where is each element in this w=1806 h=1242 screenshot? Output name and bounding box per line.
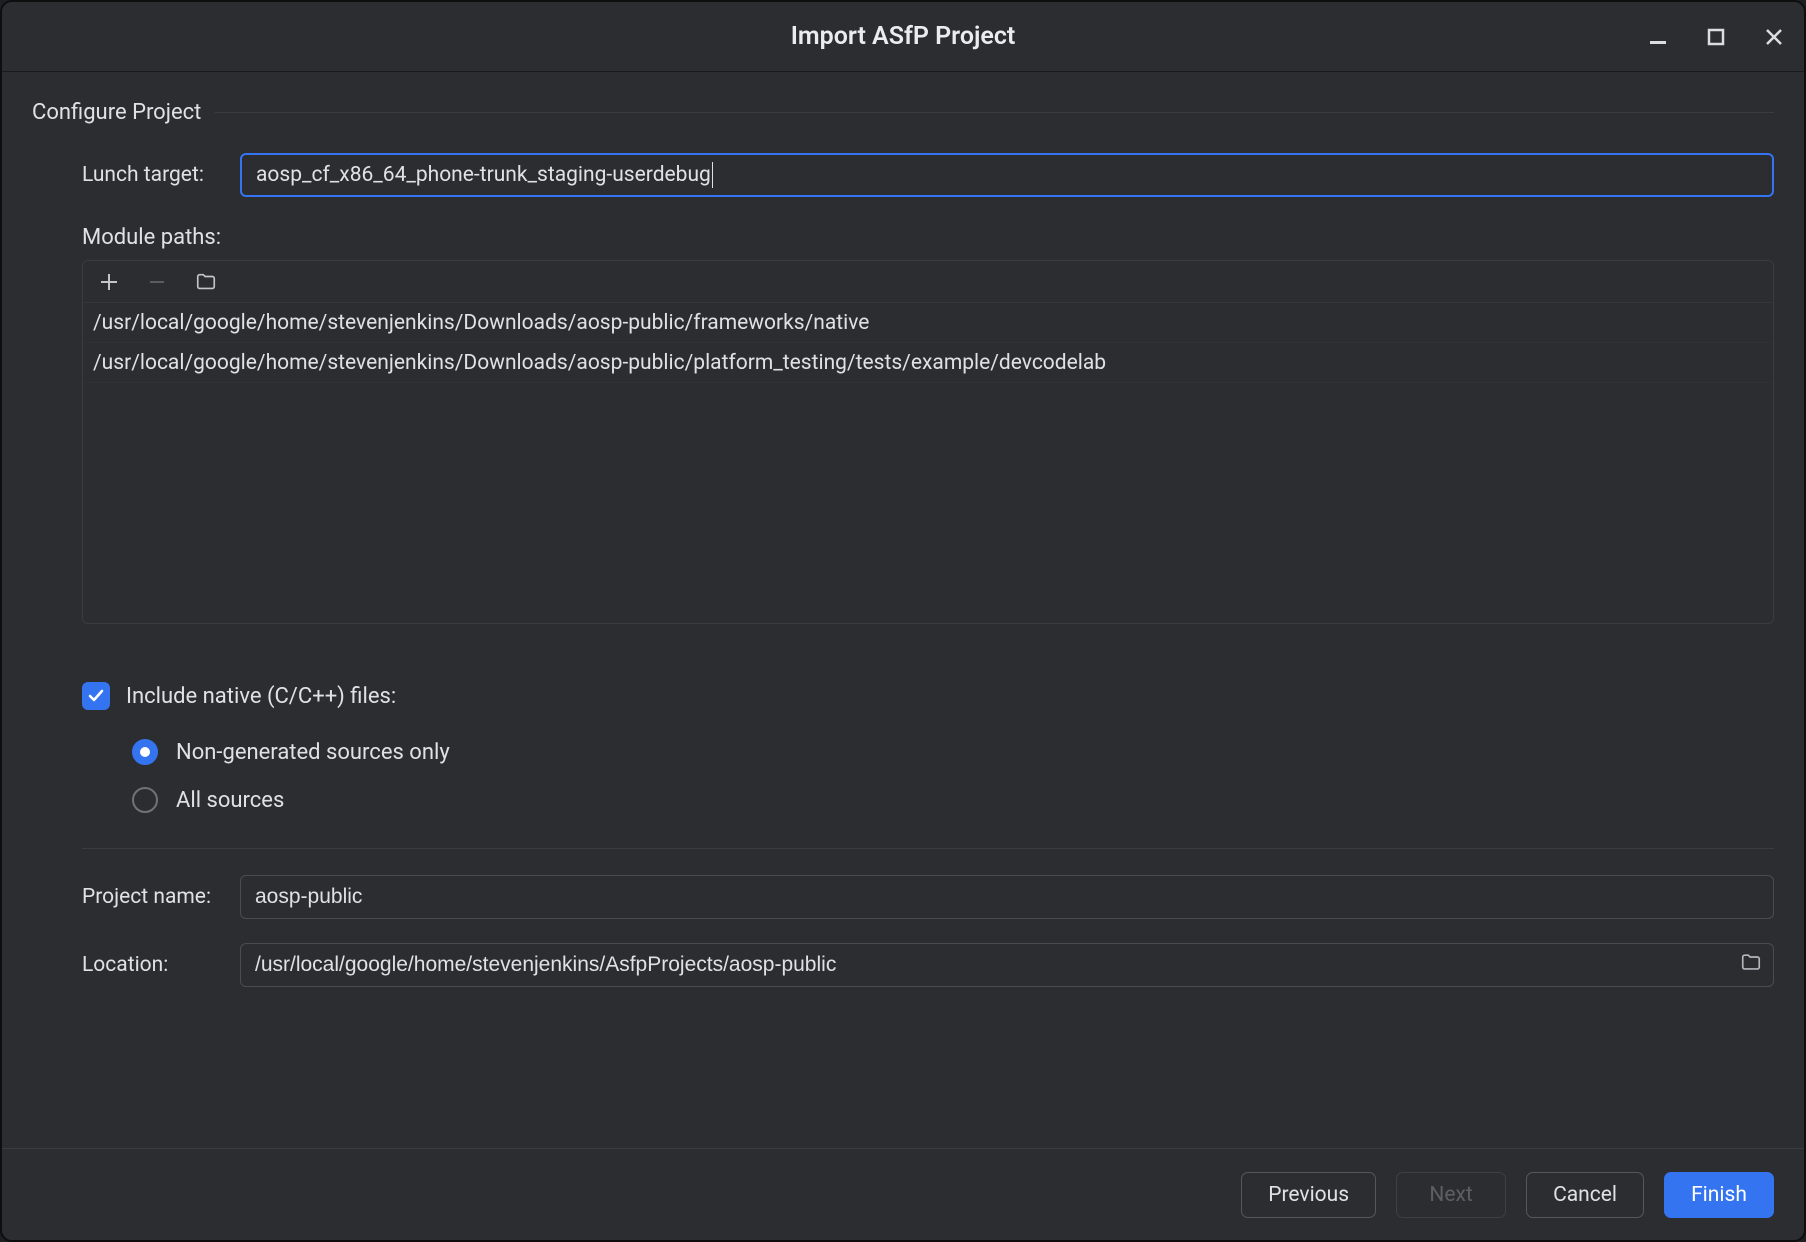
module-paths-label: Module paths:: [32, 225, 1774, 250]
previous-button[interactable]: Previous: [1241, 1172, 1376, 1218]
radio-label: All sources: [176, 788, 284, 813]
project-name-input[interactable]: [240, 875, 1774, 919]
lunch-target-row: Lunch target: aosp_cf_x86_64_phone-trunk…: [32, 153, 1774, 197]
window-controls: [1644, 2, 1788, 72]
project-name-label: Project name:: [32, 885, 240, 909]
native-sources-radio-group: Non-generated sources only All sources: [32, 728, 1774, 824]
divider: [82, 848, 1774, 849]
include-native-row: Include native (C/C++) files:: [32, 682, 1774, 710]
module-paths-list: /usr/local/google/home/stevenjenkins/Dow…: [82, 260, 1774, 624]
dialog-content: Configure Project Lunch target: aosp_cf_…: [2, 72, 1804, 1148]
close-icon[interactable]: [1760, 23, 1788, 51]
location-label: Location:: [32, 953, 240, 977]
add-icon[interactable]: [99, 272, 119, 292]
list-toolbar: [83, 261, 1773, 303]
section-header: Configure Project: [32, 100, 1774, 125]
location-row: Location:: [32, 943, 1774, 987]
lunch-target-value: aosp_cf_x86_64_phone-trunk_staging-userd…: [256, 163, 711, 187]
lunch-target-label: Lunch target:: [32, 163, 240, 187]
text-caret: [712, 162, 713, 188]
window-title: Import ASfP Project: [791, 22, 1016, 51]
section-rule: [215, 112, 1774, 113]
radio-label: Non-generated sources only: [176, 740, 450, 765]
radio-button[interactable]: [132, 787, 158, 813]
finish-button[interactable]: Finish: [1664, 1172, 1774, 1218]
browse-folder-icon[interactable]: [1740, 952, 1762, 979]
titlebar: Import ASfP Project: [2, 2, 1804, 72]
include-native-checkbox[interactable]: [82, 682, 110, 710]
maximize-icon[interactable]: [1702, 23, 1730, 51]
minimize-icon[interactable]: [1644, 23, 1672, 51]
remove-icon[interactable]: [147, 272, 167, 292]
folder-icon[interactable]: [195, 271, 217, 293]
radio-button[interactable]: [132, 739, 158, 765]
list-body: /usr/local/google/home/stevenjenkins/Dow…: [83, 303, 1773, 623]
dialog-footer: Previous Next Cancel Finish: [2, 1148, 1804, 1240]
cancel-button[interactable]: Cancel: [1526, 1172, 1644, 1218]
radio-all-sources[interactable]: All sources: [132, 776, 1774, 824]
lunch-target-input[interactable]: aosp_cf_x86_64_phone-trunk_staging-userd…: [240, 153, 1774, 197]
list-item[interactable]: /usr/local/google/home/stevenjenkins/Dow…: [83, 343, 1773, 383]
location-input[interactable]: [240, 943, 1774, 987]
project-name-row: Project name:: [32, 875, 1774, 919]
next-button[interactable]: Next: [1396, 1172, 1506, 1218]
dialog-window: Import ASfP Project Configure Project Lu…: [0, 0, 1806, 1242]
list-item[interactable]: /usr/local/google/home/stevenjenkins/Dow…: [83, 303, 1773, 343]
include-native-label: Include native (C/C++) files:: [126, 684, 396, 709]
section-title: Configure Project: [32, 100, 201, 125]
radio-non-generated[interactable]: Non-generated sources only: [132, 728, 1774, 776]
